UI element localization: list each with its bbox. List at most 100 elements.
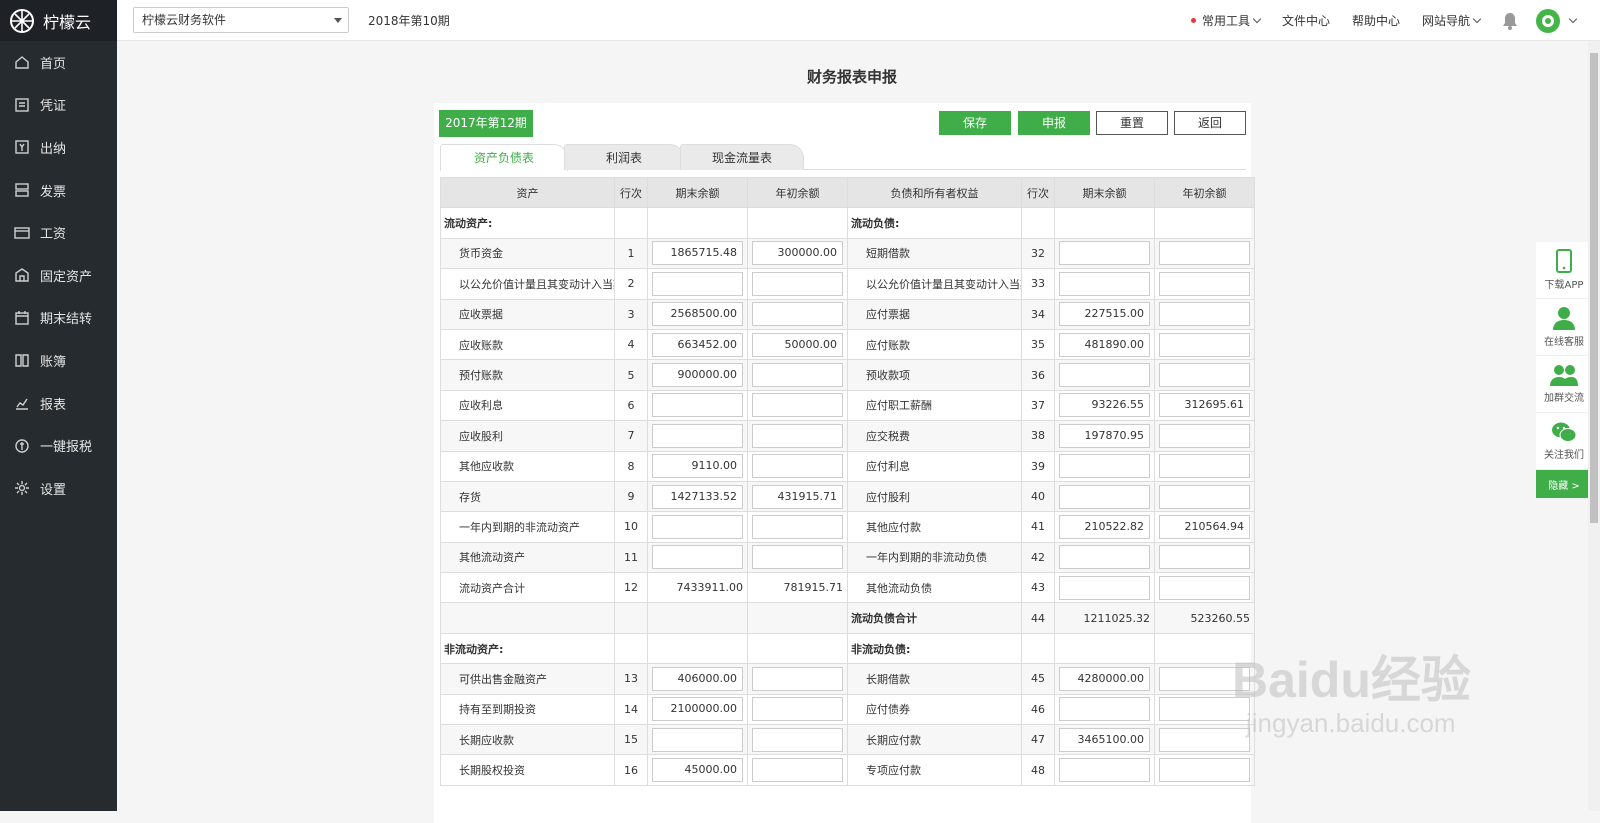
asset-begin-balance-input[interactable] bbox=[752, 423, 843, 448]
asset-begin-balance-input[interactable] bbox=[752, 393, 843, 418]
liability-end-balance-input[interactable] bbox=[1059, 241, 1150, 266]
asset-end-balance-input[interactable]: 2568500.00 bbox=[652, 302, 743, 327]
asset-end-balance-input[interactable]: 900000.00 bbox=[652, 363, 743, 388]
table-row: 以公允价值计量且其变动计入当期 2 以公允价值计量且其变动计入当期 33 bbox=[440, 268, 1255, 300]
tab-balance-sheet[interactable]: 资产负债表 bbox=[440, 144, 568, 171]
tab-cash-flow[interactable]: 现金流量表 bbox=[680, 144, 804, 170]
asset-begin-balance-input[interactable] bbox=[752, 302, 843, 327]
asset-end-balance-input[interactable]: 45000.00 bbox=[652, 758, 743, 783]
asset-end-balance-input[interactable]: 406000.00 bbox=[652, 666, 743, 691]
asset-end-balance-input[interactable]: 1427133.52 bbox=[652, 484, 743, 509]
liability-begin-balance-input[interactable] bbox=[1159, 302, 1250, 327]
liability-begin-balance-input[interactable] bbox=[1159, 575, 1250, 600]
line-number: 47 bbox=[1021, 724, 1055, 756]
sidebar-item-10[interactable]: 设置 bbox=[0, 467, 117, 510]
asset-end-balance-input[interactable] bbox=[652, 514, 743, 539]
asset-end-balance-input[interactable]: 663452.00 bbox=[652, 332, 743, 357]
sidebar-item-0[interactable]: 首页 bbox=[0, 41, 117, 84]
liability-end-balance-input[interactable]: 3465100.00 bbox=[1059, 727, 1150, 752]
sidebar-item-6[interactable]: 期末结转 bbox=[0, 297, 117, 340]
sidebar-item-1[interactable]: 凭证 bbox=[0, 84, 117, 127]
site-nav-menu[interactable]: 网站导航 bbox=[1422, 12, 1482, 29]
scroll-thumb[interactable] bbox=[1590, 53, 1598, 523]
liability-end-balance-input[interactable] bbox=[1059, 454, 1150, 479]
asset-begin-balance-input[interactable] bbox=[752, 545, 843, 570]
asset-begin-balance-input[interactable] bbox=[752, 666, 843, 691]
liability-end-balance-input[interactable] bbox=[1059, 758, 1150, 783]
sidebar-item-2[interactable]: 出纳 bbox=[0, 126, 117, 169]
tools-menu[interactable]: 常用工具 bbox=[1190, 12, 1262, 29]
online-service-button[interactable]: 在线客服 bbox=[1536, 299, 1592, 356]
company-select[interactable]: 柠檬云财务软件 bbox=[133, 7, 349, 33]
sidebar-item-3[interactable]: 发票 bbox=[0, 169, 117, 212]
liability-begin-balance-input[interactable] bbox=[1159, 423, 1250, 448]
asset-begin-balance-input[interactable] bbox=[752, 727, 843, 752]
asset-begin-balance-input[interactable]: 431915.71 bbox=[752, 484, 843, 509]
back-button[interactable]: 返回 bbox=[1174, 111, 1246, 135]
line-number: 7 bbox=[614, 420, 648, 452]
liability-begin-balance-input[interactable] bbox=[1159, 545, 1250, 570]
declare-button[interactable]: 申报 bbox=[1018, 111, 1090, 135]
asset-end-balance-input[interactable]: 2100000.00 bbox=[652, 697, 743, 722]
follow-us-button[interactable]: 关注我们 bbox=[1536, 413, 1592, 470]
liability-begin-balance-input[interactable] bbox=[1159, 332, 1250, 357]
asset-end-balance-input[interactable] bbox=[652, 393, 743, 418]
tools-menu-label: 常用工具 bbox=[1201, 14, 1250, 28]
section-label-liabilities: 流动负债: bbox=[847, 207, 1022, 239]
liability-end-balance-input[interactable] bbox=[1059, 575, 1150, 600]
sidebar-item-5[interactable]: 固定资产 bbox=[0, 254, 117, 297]
liability-begin-balance-input[interactable] bbox=[1159, 271, 1250, 296]
liability-end-balance-input[interactable] bbox=[1059, 697, 1150, 722]
sidebar-item-9[interactable]: 一键报税 bbox=[0, 424, 117, 467]
liability-begin-balance-input[interactable] bbox=[1159, 484, 1250, 509]
liability-end-balance-input[interactable] bbox=[1059, 484, 1150, 509]
asset-begin-balance-input[interactable] bbox=[752, 363, 843, 388]
liability-begin-balance-input[interactable]: 210564.94 bbox=[1159, 514, 1250, 539]
asset-end-balance-input[interactable]: 1865715.48 bbox=[652, 241, 743, 266]
liability-end-balance-input[interactable]: 210522.82 bbox=[1059, 514, 1150, 539]
asset-end-balance-input[interactable]: 9110.00 bbox=[652, 454, 743, 479]
asset-begin-balance-input[interactable] bbox=[752, 271, 843, 296]
join-group-button[interactable]: 加群交流 bbox=[1536, 356, 1592, 413]
asset-end-balance-input[interactable] bbox=[652, 727, 743, 752]
bell-icon[interactable] bbox=[1502, 12, 1518, 30]
liability-begin-balance-input[interactable]: 312695.61 bbox=[1159, 393, 1250, 418]
asset-begin-balance-input[interactable] bbox=[752, 514, 843, 539]
asset-begin-balance-input[interactable] bbox=[752, 697, 843, 722]
brand-logo[interactable]: 柠檬云 bbox=[0, 0, 117, 41]
asset-begin-balance-input[interactable] bbox=[752, 758, 843, 783]
asset-begin-balance-input[interactable]: 50000.00 bbox=[752, 332, 843, 357]
asset-end-balance-input[interactable] bbox=[652, 423, 743, 448]
sidebar-item-8[interactable]: 报表 bbox=[0, 382, 117, 425]
file-center-link[interactable]: 文件中心 bbox=[1282, 12, 1330, 29]
asset-begin-balance-input[interactable] bbox=[752, 454, 843, 479]
liability-end-balance-input[interactable]: 4280000.00 bbox=[1059, 666, 1150, 691]
asset-end-balance-input[interactable] bbox=[652, 271, 743, 296]
liability-end-balance-input[interactable]: 227515.00 bbox=[1059, 302, 1150, 327]
liability-end-balance-input[interactable] bbox=[1059, 271, 1150, 296]
liability-end-balance-input[interactable]: 481890.00 bbox=[1059, 332, 1150, 357]
download-app-button[interactable]: 下载APP bbox=[1536, 242, 1592, 299]
hide-toolbar-button[interactable]: 隐藏 > bbox=[1536, 470, 1592, 498]
chevron-down-icon[interactable] bbox=[1568, 14, 1578, 23]
reset-button[interactable]: 重置 bbox=[1096, 111, 1168, 135]
page-scrollbar[interactable] bbox=[1588, 41, 1600, 811]
liability-begin-balance-input[interactable] bbox=[1159, 241, 1250, 266]
save-button[interactable]: 保存 bbox=[939, 111, 1011, 135]
liability-end-balance-input[interactable] bbox=[1059, 545, 1150, 570]
help-center-link[interactable]: 帮助中心 bbox=[1352, 12, 1400, 29]
sidebar-item-4[interactable]: 工资 bbox=[0, 211, 117, 254]
liability-end-balance-cell: 227515.00 bbox=[1054, 298, 1155, 330]
report-period-button[interactable]: 2017年第12期 bbox=[439, 110, 533, 137]
tab-income-statement[interactable]: 利润表 bbox=[564, 144, 684, 170]
liability-begin-balance-input[interactable] bbox=[1159, 454, 1250, 479]
liability-end-balance-input[interactable]: 197870.95 bbox=[1059, 423, 1150, 448]
liability-begin-balance-input[interactable] bbox=[1159, 363, 1250, 388]
asset-end-balance-input[interactable] bbox=[652, 545, 743, 570]
sidebar-item-7[interactable]: 账簿 bbox=[0, 339, 117, 382]
asset-begin-balance-input[interactable]: 300000.00 bbox=[752, 241, 843, 266]
liability-end-balance-input[interactable] bbox=[1059, 363, 1150, 388]
liability-end-balance-input[interactable]: 93226.55 bbox=[1059, 393, 1150, 418]
avatar[interactable] bbox=[1536, 8, 1560, 33]
liability-begin-balance-input[interactable] bbox=[1159, 758, 1250, 783]
